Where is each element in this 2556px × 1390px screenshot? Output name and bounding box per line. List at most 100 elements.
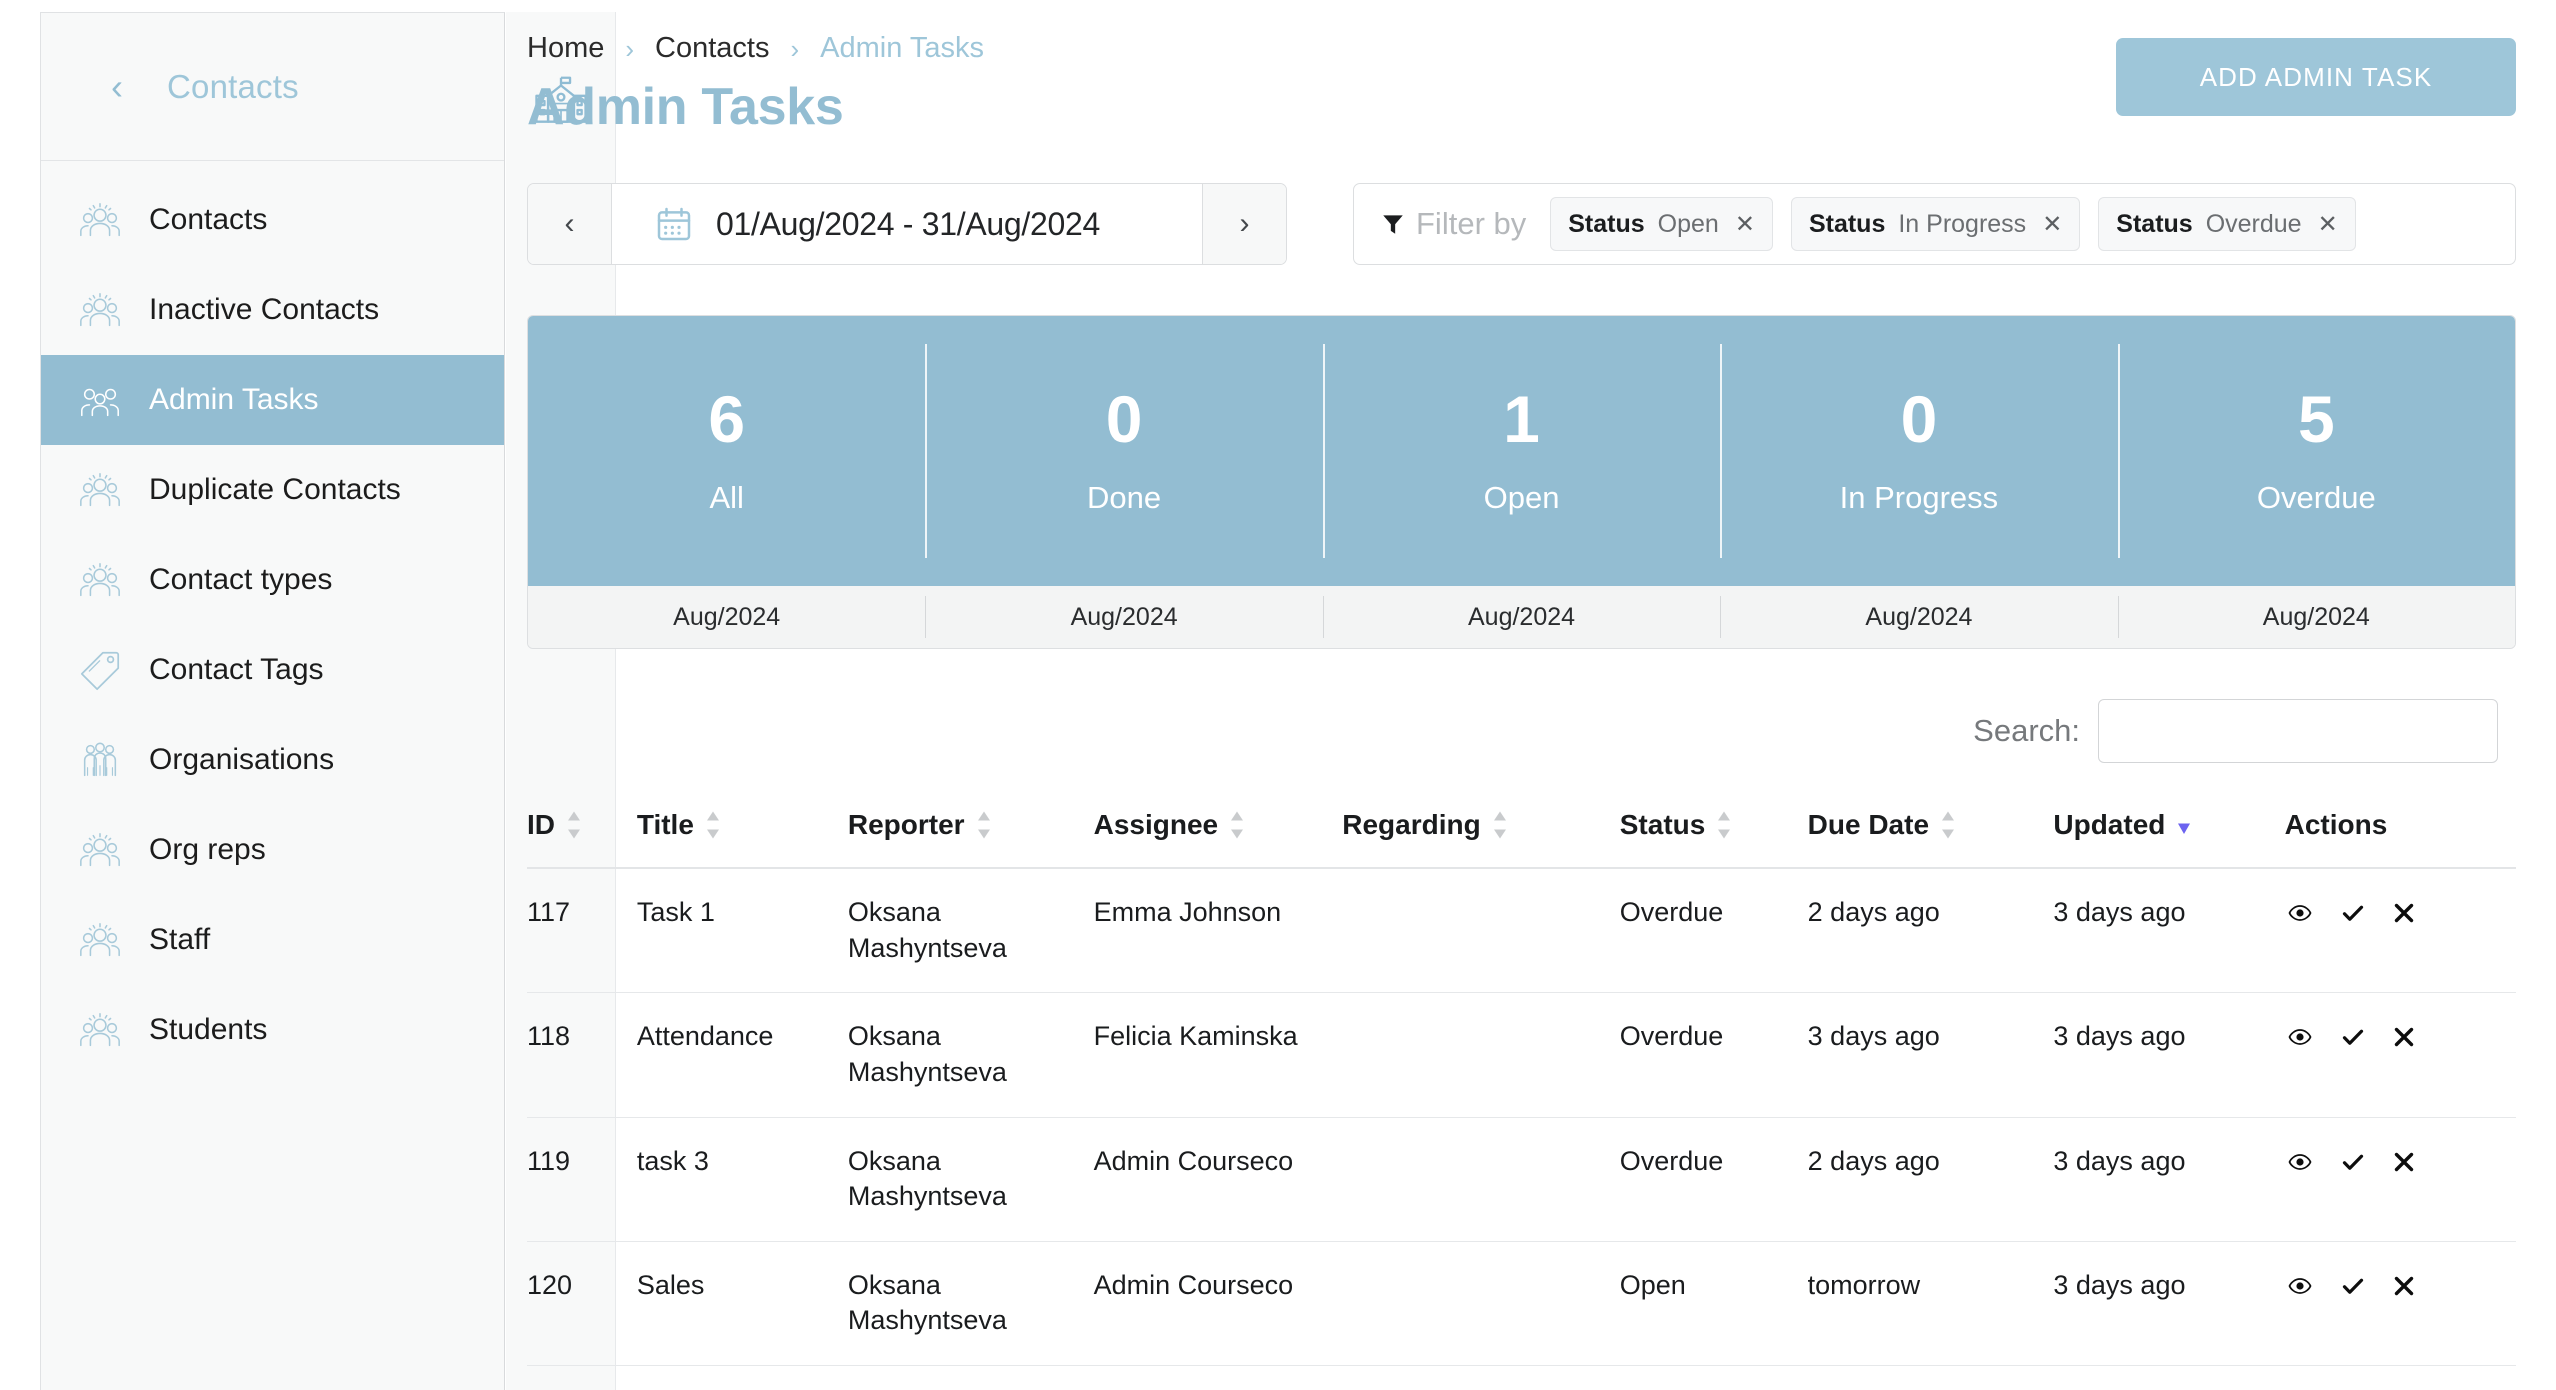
cell-reporter: Oksana Mashyntseva bbox=[847, 1241, 1094, 1367]
table-row[interactable]: 121 sales Oksana Mashyntseva Jessica Rab… bbox=[527, 1365, 2516, 1390]
close-icon[interactable]: ✕ bbox=[2318, 210, 2338, 239]
main-content: Home › Contacts › Admin Tasks Admin Task… bbox=[505, 0, 2556, 1390]
column-header-title[interactable]: Title bbox=[636, 791, 848, 869]
breadcrumb: Home › Contacts › Admin Tasks bbox=[527, 34, 984, 63]
stat-card-in-progress[interactable]: 0 In Progress bbox=[1720, 316, 2117, 586]
sidebar-item-students[interactable]: Students bbox=[41, 985, 504, 1075]
cell-actions bbox=[2284, 1365, 2516, 1390]
sidebar-item-inactive-contacts[interactable]: Inactive Contacts bbox=[41, 265, 504, 355]
filter-bar: Filter by Status Open ✕ Status In Progre… bbox=[1353, 183, 2516, 265]
stat-count: 6 bbox=[708, 382, 746, 456]
stat-card-open[interactable]: 1 Open bbox=[1322, 316, 1720, 586]
close-icon[interactable]: ✕ bbox=[1735, 210, 1755, 239]
column-label: Status bbox=[1619, 809, 1706, 840]
complete-icon[interactable] bbox=[2339, 901, 2367, 925]
sidebar-item-label: Staff bbox=[149, 923, 211, 956]
stat-card-all[interactable]: 6 All bbox=[528, 316, 925, 586]
column-header-id[interactable]: ID bbox=[527, 791, 637, 869]
sidebar-item-duplicate-contacts[interactable]: Duplicate Contacts bbox=[41, 445, 504, 535]
add-admin-task-button[interactable]: ADD ADMIN TASK bbox=[2116, 38, 2516, 116]
sidebar-item-label: Org reps bbox=[149, 833, 266, 866]
chip-key: Status bbox=[1808, 209, 1886, 238]
column-header-status[interactable]: Status bbox=[1619, 791, 1808, 869]
chevron-left-icon[interactable]: ‹ bbox=[111, 68, 123, 105]
filter-chip-status-open[interactable]: Status Open ✕ bbox=[1550, 197, 1773, 251]
people-group-icon bbox=[80, 472, 120, 507]
delete-icon[interactable] bbox=[2391, 901, 2417, 925]
column-label: Regarding bbox=[1342, 809, 1481, 840]
people-group-icon bbox=[80, 832, 120, 867]
stat-period: Aug/2024 bbox=[1720, 586, 2117, 648]
cell-actions bbox=[2284, 992, 2516, 1118]
chip-value: Overdue bbox=[2205, 209, 2302, 238]
sidebar-item-org-reps[interactable]: Org reps bbox=[41, 805, 504, 895]
app-root: ‹ Contacts Contacts Inactive Contacts Ad… bbox=[0, 0, 2556, 1390]
table-row[interactable]: 120 Sales Oksana Mashyntseva Admin Cours… bbox=[527, 1241, 2516, 1367]
chip-key: Status bbox=[1568, 209, 1645, 238]
sidebar-item-admin-tasks[interactable]: Admin Tasks bbox=[41, 355, 504, 445]
sidebar-item-contact-tags[interactable]: Contact Tags bbox=[41, 625, 504, 715]
cell-actions bbox=[2284, 1241, 2516, 1367]
view-icon[interactable] bbox=[2285, 1274, 2315, 1298]
table-row[interactable]: 119 task 3 Oksana Mashyntseva Admin Cour… bbox=[527, 1117, 2516, 1242]
cell-actions bbox=[2284, 1117, 2516, 1242]
stat-label: Open bbox=[1483, 480, 1560, 515]
cell-reporter: Oksana Mashyntseva bbox=[847, 1365, 1094, 1390]
cell-title: sales bbox=[636, 1365, 848, 1390]
breadcrumb-item-home[interactable]: Home bbox=[527, 34, 604, 63]
filter-by-text: Filter by bbox=[1416, 206, 1527, 241]
column-header-due-date[interactable]: Due Date bbox=[1807, 791, 2054, 869]
cell-status: Overdue bbox=[1619, 1117, 1808, 1242]
search-input[interactable] bbox=[2098, 699, 2498, 763]
sidebar-header-title: Contacts bbox=[167, 67, 299, 105]
controls-row: ‹ 01/Aug/2024 - 31/Aug/2024 › Filter by … bbox=[527, 183, 2516, 265]
complete-icon[interactable] bbox=[2339, 1025, 2367, 1049]
complete-icon[interactable] bbox=[2339, 1274, 2367, 1298]
view-icon[interactable] bbox=[2285, 901, 2315, 925]
filter-chip-status-overdue[interactable]: Status Overdue ✕ bbox=[2098, 197, 2356, 251]
sidebar-item-staff[interactable]: Staff bbox=[41, 895, 504, 985]
cell-id: 119 bbox=[527, 1117, 637, 1242]
stat-count: 1 bbox=[1503, 382, 1540, 456]
close-icon[interactable]: ✕ bbox=[2042, 210, 2062, 239]
delete-icon[interactable] bbox=[2391, 1150, 2417, 1174]
filter-chip-status-in-progress[interactable]: Status In Progress ✕ bbox=[1790, 197, 2081, 251]
breadcrumb-item-contacts[interactable]: Contacts bbox=[655, 34, 769, 63]
view-icon[interactable] bbox=[2285, 1150, 2315, 1174]
table-row[interactable]: 117 Task 1 Oksana Mashyntseva Emma Johns… bbox=[527, 868, 2516, 994]
view-icon[interactable] bbox=[2285, 1025, 2315, 1049]
column-label: ID bbox=[527, 809, 555, 840]
table-header: ID Title Reporter Assignee Regarding Sta… bbox=[527, 791, 2516, 869]
chip-value: In Progress bbox=[1898, 209, 2027, 238]
stat-card-overdue[interactable]: 5 Overdue bbox=[2117, 316, 2515, 586]
people-group-icon bbox=[80, 1012, 120, 1047]
stat-label: In Progress bbox=[1839, 480, 1999, 515]
chip-key: Status bbox=[2116, 209, 2193, 238]
sidebar-item-label: Contact Tags bbox=[149, 653, 324, 686]
delete-icon[interactable] bbox=[2391, 1025, 2417, 1049]
cell-updated: 3 days ago bbox=[2053, 1365, 2285, 1390]
sidebar-item-organisations[interactable]: Organisations bbox=[41, 715, 504, 805]
delete-icon[interactable] bbox=[2391, 1274, 2417, 1298]
sidebar-item-contact-types[interactable]: Contact types bbox=[41, 535, 504, 625]
column-header-reporter[interactable]: Reporter bbox=[847, 791, 1094, 869]
cell-updated: 3 days ago bbox=[2053, 992, 2285, 1118]
column-header-assignee[interactable]: Assignee bbox=[1093, 791, 1343, 869]
date-next-button[interactable]: › bbox=[1202, 184, 1286, 264]
cell-title: Attendance bbox=[636, 992, 848, 1118]
chevron-right-icon: › bbox=[790, 33, 800, 64]
column-header-regarding[interactable]: Regarding bbox=[1342, 791, 1620, 869]
table-row[interactable]: 118 Attendance Oksana Mashyntseva Felici… bbox=[527, 992, 2516, 1118]
date-range-field[interactable]: 01/Aug/2024 - 31/Aug/2024 bbox=[612, 184, 1202, 264]
complete-icon[interactable] bbox=[2339, 1150, 2367, 1174]
stat-card-done[interactable]: 0 Done bbox=[925, 316, 1322, 586]
stats-counts: 6 All 0 Done 1 Open 0 In Progress 5 Over… bbox=[528, 316, 2515, 586]
date-prev-button[interactable]: ‹ bbox=[528, 184, 612, 264]
stat-label: All bbox=[709, 480, 744, 515]
cell-id: 118 bbox=[527, 992, 637, 1118]
stats-summary: 6 All 0 Done 1 Open 0 In Progress 5 Over… bbox=[527, 315, 2516, 649]
column-header-updated[interactable]: Updated bbox=[2053, 791, 2285, 869]
column-label: Reporter bbox=[847, 809, 965, 840]
tag-icon bbox=[80, 651, 120, 691]
sidebar-item-contacts[interactable]: Contacts bbox=[41, 175, 504, 265]
